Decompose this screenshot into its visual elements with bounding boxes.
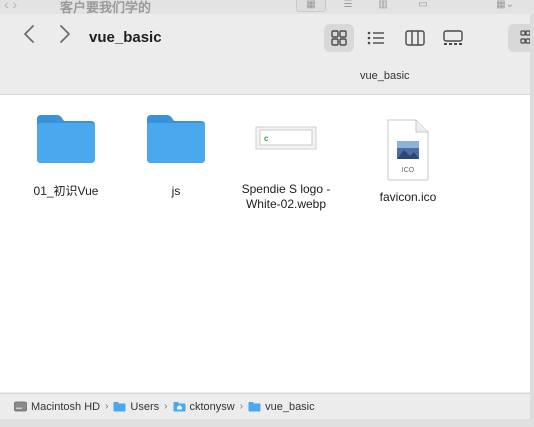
- file-name-line1: Spendie S logo -: [241, 182, 331, 196]
- ico-file-icon: ICO: [387, 119, 429, 181]
- chevron-left-icon: [24, 25, 34, 43]
- file-grid: 01_初识Vue js c Spendie S logo - White-02.…: [0, 95, 534, 392]
- background-window-titlebar: ‹ › 客户要我们学的 ▦ ☰ ▥ ▭ ▦⌄: [0, 0, 534, 15]
- file-name: js: [171, 184, 181, 198]
- file-name-line2: White-02.webp: [245, 197, 327, 211]
- folder-icon: [147, 115, 205, 163]
- folder-icon: [113, 402, 126, 412]
- bg-column-view-icon: ▥: [378, 0, 388, 10]
- path-bar: Macintosh HD › Users › cktonysw › vue_ba…: [0, 393, 534, 419]
- file-item-folder-01[interactable]: 01_初识Vue: [11, 113, 121, 199]
- window-title: vue_basic: [89, 29, 162, 46]
- svg-text:c: c: [264, 134, 269, 143]
- ico-badge: ICO: [402, 167, 415, 174]
- grid-icon: [331, 30, 347, 46]
- path-item-cktonysw[interactable]: cktonysw: [173, 401, 235, 413]
- window-right-edge: [530, 14, 534, 419]
- path-item-label: Users: [130, 400, 160, 413]
- bg-list-view-icon: ☰: [343, 0, 353, 10]
- gallery-icon: [443, 30, 463, 45]
- path-item-label: vue_basic: [265, 400, 315, 413]
- file-item-webp[interactable]: c Spendie S logo - White-02.webp: [231, 113, 341, 212]
- image-thumbnail-icon: c: [255, 126, 317, 150]
- finder-toolbar: vue_basic vue_basic: [0, 14, 534, 95]
- bg-gallery-view-icon: ▭: [418, 0, 428, 10]
- hard-drive-icon: [14, 401, 27, 412]
- folder-icon: [248, 402, 261, 412]
- chevron-right-icon: ›: [105, 401, 109, 412]
- path-item-macintosh-hd[interactable]: Macintosh HD: [14, 401, 100, 413]
- file-name: favicon.ico: [379, 190, 437, 204]
- current-folder-label: vue_basic: [360, 70, 410, 82]
- path-item-vue-basic[interactable]: vue_basic: [248, 401, 315, 413]
- bottom-edge: [0, 419, 534, 427]
- file-item-favicon[interactable]: ICO favicon.ico: [353, 119, 463, 205]
- folder-icon: [37, 115, 95, 163]
- columns-icon: [405, 30, 425, 46]
- path-item-label: cktonysw: [189, 400, 235, 413]
- file-name: 01_初识Vue: [33, 184, 99, 198]
- bg-group-icon: ▦⌄: [496, 0, 514, 10]
- forward-button[interactable]: [55, 24, 75, 50]
- background-window-title: 客户要我们学的: [60, 0, 152, 15]
- chevron-right-icon: [60, 25, 70, 43]
- file-item-folder-js[interactable]: js: [121, 113, 231, 199]
- home-folder-icon: [173, 402, 185, 412]
- gallery-view-button[interactable]: [438, 24, 468, 52]
- back-button[interactable]: [19, 24, 39, 50]
- column-view-button[interactable]: [400, 24, 430, 52]
- bg-icon-view-icon: ▦: [296, 0, 326, 12]
- bg-back-forward-icon: ‹ ›: [4, 0, 18, 12]
- icon-view-button[interactable]: [324, 24, 354, 52]
- chevron-right-icon: ›: [164, 401, 168, 412]
- chevron-right-icon: ›: [239, 401, 244, 412]
- path-item-label: Macintosh HD: [31, 400, 101, 413]
- list-icon: [367, 31, 384, 45]
- list-view-button[interactable]: [361, 24, 391, 52]
- path-item-users[interactable]: Users: [113, 401, 159, 413]
